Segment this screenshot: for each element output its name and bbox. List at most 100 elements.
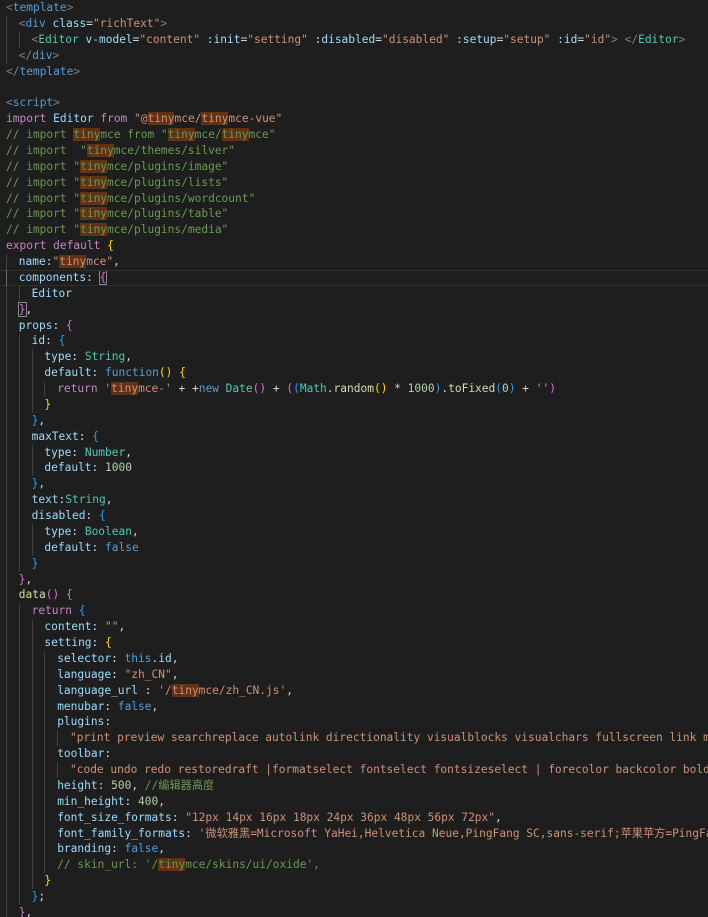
code-token: : xyxy=(124,794,139,808)
code-token: id xyxy=(31,334,46,348)
code-line[interactable]: } xyxy=(0,396,708,413)
code-line[interactable]: // skin_url: '/tinymce/skins/ui/oxide', xyxy=(0,857,708,874)
indent-guide xyxy=(6,650,19,667)
code-line[interactable]: plugins: xyxy=(0,714,708,731)
code-line[interactable]: selector: this.id, xyxy=(0,650,708,667)
code-line[interactable]: content: "", xyxy=(0,619,708,635)
code-token: tiny xyxy=(158,858,186,872)
code-token: { xyxy=(65,318,73,332)
code-line[interactable]: type: Boolean, xyxy=(0,523,708,540)
code-token: tiny xyxy=(80,191,108,205)
code-line[interactable]: import Editor from "@tinymce/tinymce-vue… xyxy=(0,111,708,127)
code-line[interactable]: font_size_formats: "12px 14px 16px 18px … xyxy=(0,809,708,826)
code-line[interactable]: height: 500, //编辑器高度 xyxy=(0,777,708,794)
indent-guide xyxy=(6,381,19,397)
code-line[interactable]: <script> xyxy=(0,95,708,111)
code-line[interactable]: name:"tinymce", xyxy=(0,254,708,270)
code-token: branding xyxy=(57,842,112,856)
code-token: , xyxy=(25,302,33,316)
code-line[interactable]: // import "tinymce/plugins/table" xyxy=(0,206,708,222)
code-line[interactable]: } xyxy=(0,555,708,572)
code-token: ) xyxy=(549,382,556,395)
code-token: v-model xyxy=(85,32,133,46)
code-line[interactable]: branding: false, xyxy=(0,841,708,858)
code-line[interactable]: font_family_formats: '微软雅黑=Microsoft YaH… xyxy=(0,825,708,842)
code-line[interactable]: // import "tinymce/plugins/media" xyxy=(0,222,708,238)
code-line[interactable]: language: "zh_CN", xyxy=(0,666,708,683)
code-line[interactable]: menubar: false, xyxy=(0,698,708,715)
code-line[interactable]: return { xyxy=(0,603,708,620)
code-line[interactable]: </div> xyxy=(0,47,708,64)
code-line[interactable]: "code undo redo restoredraft |formatsele… xyxy=(0,762,708,778)
code-line[interactable]: id: { xyxy=(0,333,708,350)
code-line[interactable]: <Editor v-model="content" :init="setting… xyxy=(0,31,708,48)
code-line[interactable]: // import "tinymce/themes/silver" xyxy=(0,143,708,159)
indent-guide xyxy=(6,333,19,350)
code-token: this xyxy=(124,651,152,665)
code-line[interactable]: toolbar: xyxy=(0,746,708,762)
code-editor[interactable]: <template> <div class="richText"> <Editor … xyxy=(0,0,708,917)
code-token: Boolean xyxy=(84,524,132,538)
indent-guide xyxy=(6,762,19,778)
code-line[interactable]: // import tinymce from "tinymce/tinymce" xyxy=(0,127,708,143)
code-line[interactable]: export default { xyxy=(0,238,708,254)
code-line[interactable]: min_height: 400, xyxy=(0,793,708,810)
code-token: tiny xyxy=(80,175,108,189)
code-line[interactable] xyxy=(0,79,708,95)
code-token: setting xyxy=(44,636,92,649)
code-token: false xyxy=(124,842,159,856)
indent-guide xyxy=(6,460,19,477)
code-line[interactable]: maxText: { xyxy=(0,428,708,445)
code-line[interactable]: }, xyxy=(0,571,708,588)
code-token: < xyxy=(18,16,26,30)
code-line[interactable]: setting: { xyxy=(0,635,708,651)
code-token: , xyxy=(38,477,46,491)
code-token: tiny xyxy=(221,128,249,141)
code-token: :disabled xyxy=(314,32,376,46)
code-line[interactable]: text:String, xyxy=(0,492,708,508)
code-token: tiny xyxy=(80,159,108,173)
code-line[interactable]: }, xyxy=(0,904,708,917)
indent-guide xyxy=(6,730,19,747)
indent-guide xyxy=(18,476,32,493)
code-token: , xyxy=(38,413,46,427)
indent-guide xyxy=(31,523,45,540)
code-line[interactable]: disabled: { xyxy=(0,508,708,524)
code-line[interactable]: <div class="richText"> xyxy=(0,15,708,32)
code-line[interactable]: // import "tinymce/plugins/image" xyxy=(0,159,708,175)
code-line[interactable]: default: false xyxy=(0,539,708,556)
code-line[interactable]: type: Number, xyxy=(0,444,708,461)
code-line[interactable]: // import "tinymce/plugins/wordcount" xyxy=(0,191,708,207)
code-token: // import " xyxy=(6,175,81,189)
code-line[interactable]: <template> xyxy=(0,0,708,16)
code-line[interactable]: default: function() { xyxy=(0,365,708,381)
code-line[interactable]: return 'tinymce-' + +new Date() + ((Math… xyxy=(0,381,708,397)
code-line[interactable]: props: { xyxy=(0,317,708,334)
code-token: { xyxy=(105,636,112,649)
code-line[interactable]: // import "tinymce/plugins/lists" xyxy=(0,175,708,191)
code-token: > xyxy=(52,48,60,62)
code-token: , xyxy=(25,905,33,917)
code-line[interactable]: }; xyxy=(0,889,708,905)
code-line[interactable]: }, xyxy=(0,412,708,429)
code-token: id xyxy=(158,651,172,665)
code-line[interactable]: components: { xyxy=(0,269,708,286)
code-line[interactable]: }, xyxy=(0,301,708,318)
indent-guide xyxy=(31,746,45,762)
code-line[interactable]: data() { xyxy=(0,587,708,604)
indent-guide xyxy=(18,365,32,381)
code-token: ) xyxy=(508,382,516,395)
code-line[interactable]: } xyxy=(0,873,708,889)
code-line[interactable]: type: String, xyxy=(0,349,708,366)
indent-guide xyxy=(18,746,32,762)
code-line[interactable]: }, xyxy=(0,476,708,493)
code-line[interactable]: language_url : '/tinymce/zh_CN.js', xyxy=(0,682,708,699)
code-line[interactable]: default: 1000 xyxy=(0,460,708,477)
code-line[interactable]: Editor xyxy=(0,285,708,302)
code-token: script xyxy=(12,96,54,110)
code-line[interactable]: "print preview searchreplace autolink di… xyxy=(0,730,708,747)
indent-guide xyxy=(31,841,45,858)
code-line[interactable]: </template> xyxy=(0,64,708,80)
code-token: Editor xyxy=(638,32,679,46)
code-token: : xyxy=(104,747,112,761)
